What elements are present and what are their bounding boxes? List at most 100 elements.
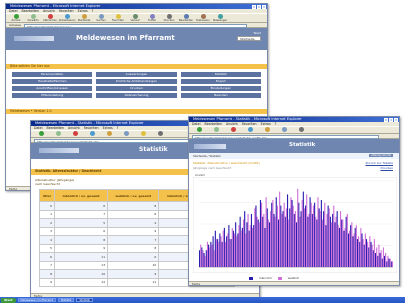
menu-button-hilfe[interactable]: Hilfe/Anleitung <box>12 93 93 98</box>
back-button[interactable] <box>192 127 206 133</box>
menu-button-personendaten[interactable]: Personendaten <box>12 72 93 77</box>
print-button[interactable] <box>294 127 308 133</box>
menu-edit[interactable]: Bearbeiten <box>205 122 223 126</box>
window-title-bar[interactable]: Meldewesen Pfarramt - Microsoft Internet… <box>6 4 267 9</box>
menu-edit[interactable]: Bearbeiten <box>47 126 65 130</box>
table-cell: 8 <box>53 235 109 245</box>
menu-file[interactable]: Datei <box>192 122 201 126</box>
menu-favorites[interactable]: Favoriten <box>242 122 257 126</box>
menu-view[interactable]: Ansicht <box>43 9 55 13</box>
chart-bar-female <box>240 230 242 267</box>
chart-bar-male <box>282 211 284 267</box>
chart-bar-female <box>281 213 283 267</box>
menu-tools[interactable]: Extras <box>103 126 113 130</box>
menu-button-auswertungen[interactable]: Auswertungen <box>96 72 177 77</box>
home-button[interactable] <box>102 131 116 137</box>
search-button[interactable] <box>119 131 133 137</box>
menu-help[interactable]: ? <box>275 122 277 126</box>
menu-button-einstellungen[interactable]: Einstellungen <box>180 86 261 91</box>
printer-icon <box>166 13 172 19</box>
table-cell: 9 <box>53 243 109 253</box>
menu-favorites[interactable]: Favoriten <box>84 126 99 130</box>
printer-icon <box>157 131 163 137</box>
print-button[interactable] <box>153 131 167 137</box>
menu-help[interactable]: ? <box>117 126 119 130</box>
favorites-button[interactable] <box>136 131 150 137</box>
chart-bar-female <box>312 205 315 267</box>
close-button[interactable] <box>394 117 398 122</box>
forward-button[interactable] <box>51 131 65 137</box>
menu-file[interactable]: Datei <box>34 126 43 130</box>
age-structure-chart <box>193 177 397 273</box>
refresh-button[interactable] <box>243 127 257 133</box>
menu-favorites[interactable]: Favoriten <box>59 9 74 13</box>
chart-bar-female <box>294 211 296 267</box>
menu-button-drucken[interactable]: Drucken <box>96 86 177 91</box>
chart-bar-female <box>227 233 229 267</box>
chart-bar-male <box>208 244 210 267</box>
search-button[interactable] <box>277 127 291 133</box>
chart-bar-female <box>391 261 393 267</box>
menu-button-statistik[interactable]: Statistik <box>180 72 261 77</box>
start-button[interactable]: Start <box>1 297 16 303</box>
minimize-button[interactable] <box>384 117 388 122</box>
maximize-button[interactable] <box>389 117 393 122</box>
menu-help[interactable]: ? <box>92 9 94 13</box>
menu-button-haushalte[interactable]: Haushalte/Familien <box>12 79 93 84</box>
menu-button-datensicherung[interactable]: Datensicherung <box>96 93 177 98</box>
minimize-button[interactable] <box>252 4 256 9</box>
stop-button[interactable] <box>226 127 240 133</box>
print-button[interactable]: Drucken <box>162 13 176 22</box>
home-button[interactable]: Startseite <box>77 13 91 22</box>
menu-button-beenden[interactable]: Beenden <box>180 93 261 98</box>
chart-bar-female <box>317 197 319 267</box>
chart-bar-male <box>273 213 275 267</box>
address-input[interactable]: http://localhost/meldewesen/statistik_gr… <box>192 134 379 139</box>
table-cell: 9 <box>39 277 55 287</box>
mail-button[interactable]: E-Mail <box>145 13 159 22</box>
chart-bar-female <box>245 233 247 267</box>
menu-button-export[interactable]: Export <box>180 79 261 84</box>
chart-label-row: Anzahl <box>189 173 399 177</box>
menu-view[interactable]: Ansicht <box>68 126 80 130</box>
start-select[interactable]: Startseite <box>237 36 261 41</box>
refresh-button[interactable]: Aktualisieren <box>59 13 75 22</box>
menu-edit[interactable]: Bearbeiten <box>22 9 40 13</box>
forward-button[interactable] <box>209 127 223 133</box>
page-title: Statistik <box>139 146 168 153</box>
chart-bar-female <box>231 227 233 267</box>
stop-button[interactable]: Abbrechen <box>43 13 57 23</box>
print-link[interactable]: Drucken <box>381 166 393 170</box>
back-button[interactable]: Zurück <box>9 13 23 22</box>
forward-button[interactable]: Vorwärts <box>26 13 40 22</box>
stop-label: Abbrechen <box>43 19 57 23</box>
back-to-table-link[interactable]: Zurück zur Tabelle <box>365 161 393 165</box>
menu-file[interactable]: Datei <box>9 9 18 13</box>
home-button[interactable] <box>260 127 274 133</box>
taskbar-item-main[interactable]: Meldewesen im Pfarramt <box>17 297 56 303</box>
address-input[interactable]: http://localhost/meldewesen/ <box>23 23 247 28</box>
discuss-button[interactable]: Diskussion <box>196 13 210 22</box>
menu-tools[interactable]: Extras <box>261 122 271 126</box>
chart-bar-male <box>262 216 264 267</box>
browser-toolbar: Zurück Vorwärts Abbrechen Aktualisieren … <box>6 13 267 23</box>
back-button[interactable] <box>34 131 48 137</box>
close-button[interactable] <box>262 4 266 9</box>
refresh-button[interactable] <box>85 131 99 137</box>
menu-tools[interactable]: Extras <box>78 9 88 13</box>
window-title-bar[interactable]: Meldewesen Pfarramt - Statistik - Micros… <box>189 117 399 122</box>
favorites-button[interactable]: Favoriten <box>111 13 125 22</box>
menu-button-anschriften[interactable]: Anschriften/Adressen <box>12 86 93 91</box>
chart-bar-female <box>387 255 389 267</box>
history-button[interactable]: Verlauf <box>128 13 142 22</box>
maximize-button[interactable] <box>257 4 261 9</box>
taskbar-item-table[interactable]: Statistik <box>57 297 75 303</box>
search-button[interactable]: Suchen <box>94 13 108 22</box>
chart-bar-female <box>330 222 333 267</box>
menu-view[interactable]: Ansicht <box>226 122 238 126</box>
messenger-button[interactable]: Messenger <box>213 13 227 22</box>
taskbar-item-chart[interactable]: Statistik <box>76 297 94 303</box>
edit-button[interactable]: Bearbeiten <box>179 13 193 22</box>
stop-button[interactable] <box>68 131 82 137</box>
menu-button-amtshandlungen[interactable]: Kirchliche Amtshandlungen <box>96 79 177 84</box>
